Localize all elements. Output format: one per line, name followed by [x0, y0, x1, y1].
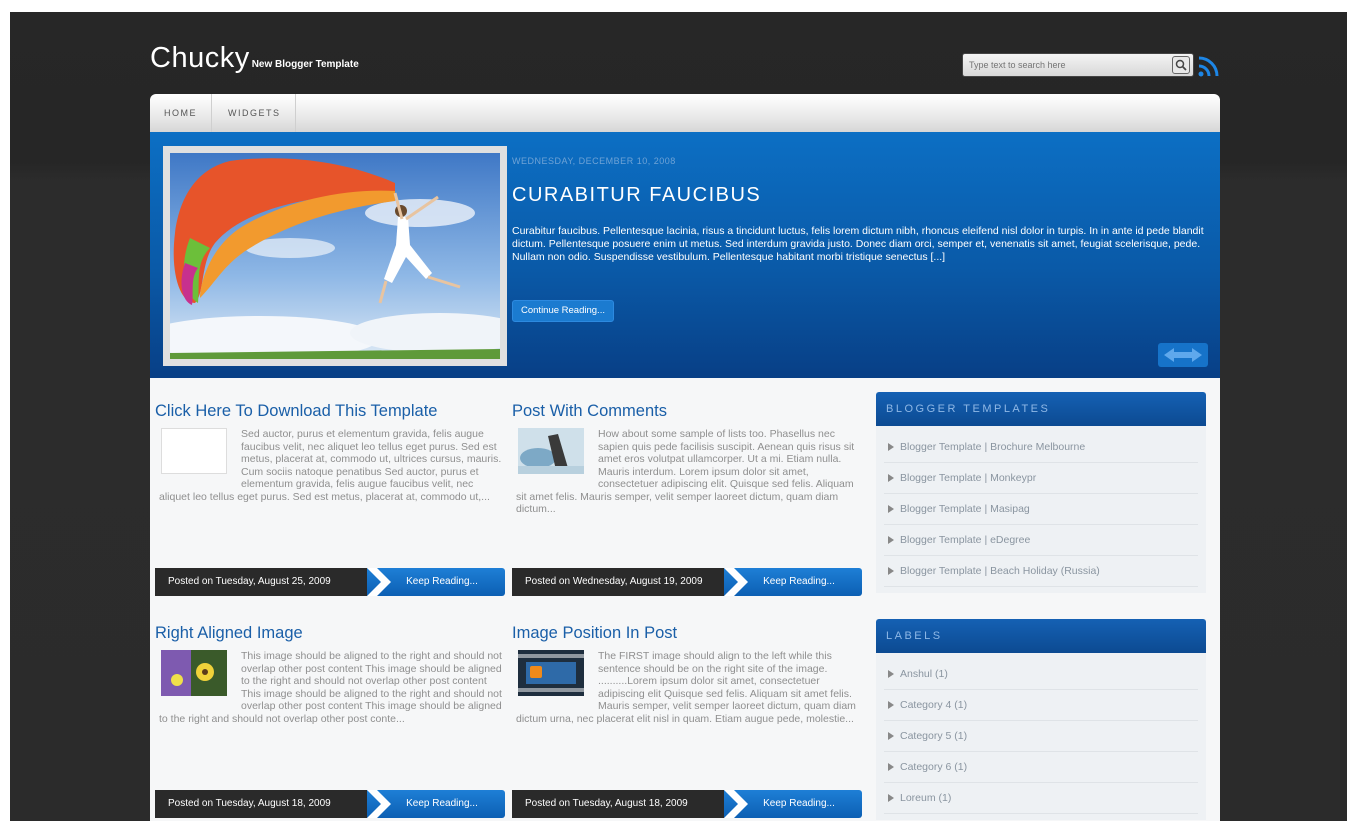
site-title[interactable]: Chucky	[150, 42, 250, 74]
list-item[interactable]: Category 4 (1)	[884, 690, 1198, 721]
arrow-bullet-icon	[888, 763, 894, 772]
list-item[interactable]: Blogger Template | Beach Holiday (Russia…	[884, 556, 1198, 587]
labels-widget: LABELS Anshul (1) Category 4 (1) Categor…	[876, 619, 1206, 820]
post-meta-bar: Posted on Tuesday, August 18, 2009 Keep …	[512, 790, 862, 818]
search-input[interactable]	[969, 57, 1159, 72]
post-title[interactable]: Post With Comments	[512, 402, 667, 421]
list-item[interactable]: Category 6 (1)	[884, 752, 1198, 783]
search-button[interactable]	[1172, 56, 1190, 74]
list-item[interactable]: Loreum (1)	[884, 783, 1198, 814]
slider-arrows-icon[interactable]	[1158, 343, 1208, 367]
list-item[interactable]: Blogger Template | Masipag	[884, 494, 1198, 525]
post-meta-bar: Posted on Tuesday, August 18, 2009 Keep …	[155, 790, 505, 818]
rss-icon[interactable]	[1197, 54, 1221, 78]
featured-excerpt: Curabitur faucibus. Pellentesque lacinia…	[512, 225, 1204, 263]
site-header: Chucky New Blogger Template	[150, 42, 1220, 82]
list-item[interactable]: Blogger Template | Brochure Melbourne	[884, 432, 1198, 463]
widget-list: Anshul (1) Category 4 (1) Category 5 (1)…	[876, 653, 1206, 820]
list-item[interactable]: Blogger Template | eDegree	[884, 525, 1198, 556]
main-nav: HOME WIDGETS	[150, 94, 1220, 132]
post-excerpt: How about some sample of lists too. Phas…	[516, 428, 855, 515]
continue-reading-button[interactable]: Continue Reading...	[512, 300, 614, 322]
post-excerpt: The FIRST image should align to the left…	[516, 650, 856, 725]
nav-item-home[interactable]: HOME	[150, 94, 212, 132]
arrow-divider-icon	[367, 790, 391, 818]
arrow-bullet-icon	[888, 443, 894, 452]
post-date: Posted on Wednesday, August 19, 2009	[512, 568, 734, 596]
arrow-bullet-icon	[888, 701, 894, 710]
search-icon	[1175, 59, 1187, 71]
post-excerpt: Sed auctor, purus et elementum gravida, …	[159, 428, 502, 503]
featured-slider: WEDNESDAY, DECEMBER 10, 2008 CURABITUR F…	[150, 132, 1220, 378]
post-title[interactable]: Image Position In Post	[512, 624, 677, 643]
featured-image[interactable]	[163, 146, 507, 366]
arrow-divider-icon	[724, 790, 748, 818]
arrow-bullet-icon	[888, 474, 894, 483]
post-date: Posted on Tuesday, August 18, 2009	[155, 790, 377, 818]
arrow-divider-icon	[367, 568, 391, 596]
arrow-divider-icon	[724, 568, 748, 596]
list-item[interactable]: Anshul (1)	[884, 659, 1198, 690]
arrow-bullet-icon	[888, 536, 894, 545]
featured-title[interactable]: CURABITUR FAUCIBUS	[512, 184, 761, 207]
arrow-bullet-icon	[888, 732, 894, 741]
site-brand[interactable]: Chucky New Blogger Template	[150, 42, 359, 75]
post-title[interactable]: Click Here To Download This Template	[155, 402, 437, 421]
arrow-bullet-icon	[888, 670, 894, 679]
list-item[interactable]: Category 5 (1)	[884, 721, 1198, 752]
blogger-templates-widget: BLOGGER TEMPLATES Blogger Template | Bro…	[876, 392, 1206, 593]
post-date: Posted on Tuesday, August 25, 2009	[155, 568, 377, 596]
widget-list: Blogger Template | Brochure Melbourne Bl…	[876, 426, 1206, 593]
site-tagline: New Blogger Template	[251, 59, 359, 70]
featured-photo	[170, 153, 500, 359]
post-date: Posted on Tuesday, August 18, 2009	[512, 790, 734, 818]
arrow-bullet-icon	[888, 567, 894, 576]
post-title[interactable]: Right Aligned Image	[155, 624, 303, 643]
widget-title: LABELS	[876, 619, 1206, 653]
nav-item-widgets[interactable]: WIDGETS	[214, 94, 296, 132]
featured-date: WEDNESDAY, DECEMBER 10, 2008	[512, 156, 676, 166]
list-item[interactable]: Blogger Template | Monkeypr	[884, 463, 1198, 494]
page-frame: ChuckyNew Blogger Template HOME WIDGETS	[10, 12, 1347, 821]
post-meta-bar: Posted on Tuesday, August 25, 2009 Keep …	[155, 568, 505, 596]
post-excerpt: This image should be aligned to the righ…	[159, 650, 502, 725]
post-meta-bar: Posted on Wednesday, August 19, 2009 Kee…	[512, 568, 862, 596]
arrow-bullet-icon	[888, 505, 894, 514]
main-content: Click Here To Download This Template Sed…	[150, 378, 1220, 821]
widget-title: BLOGGER TEMPLATES	[876, 392, 1206, 426]
search-box	[962, 53, 1194, 77]
arrow-bullet-icon	[888, 794, 894, 803]
